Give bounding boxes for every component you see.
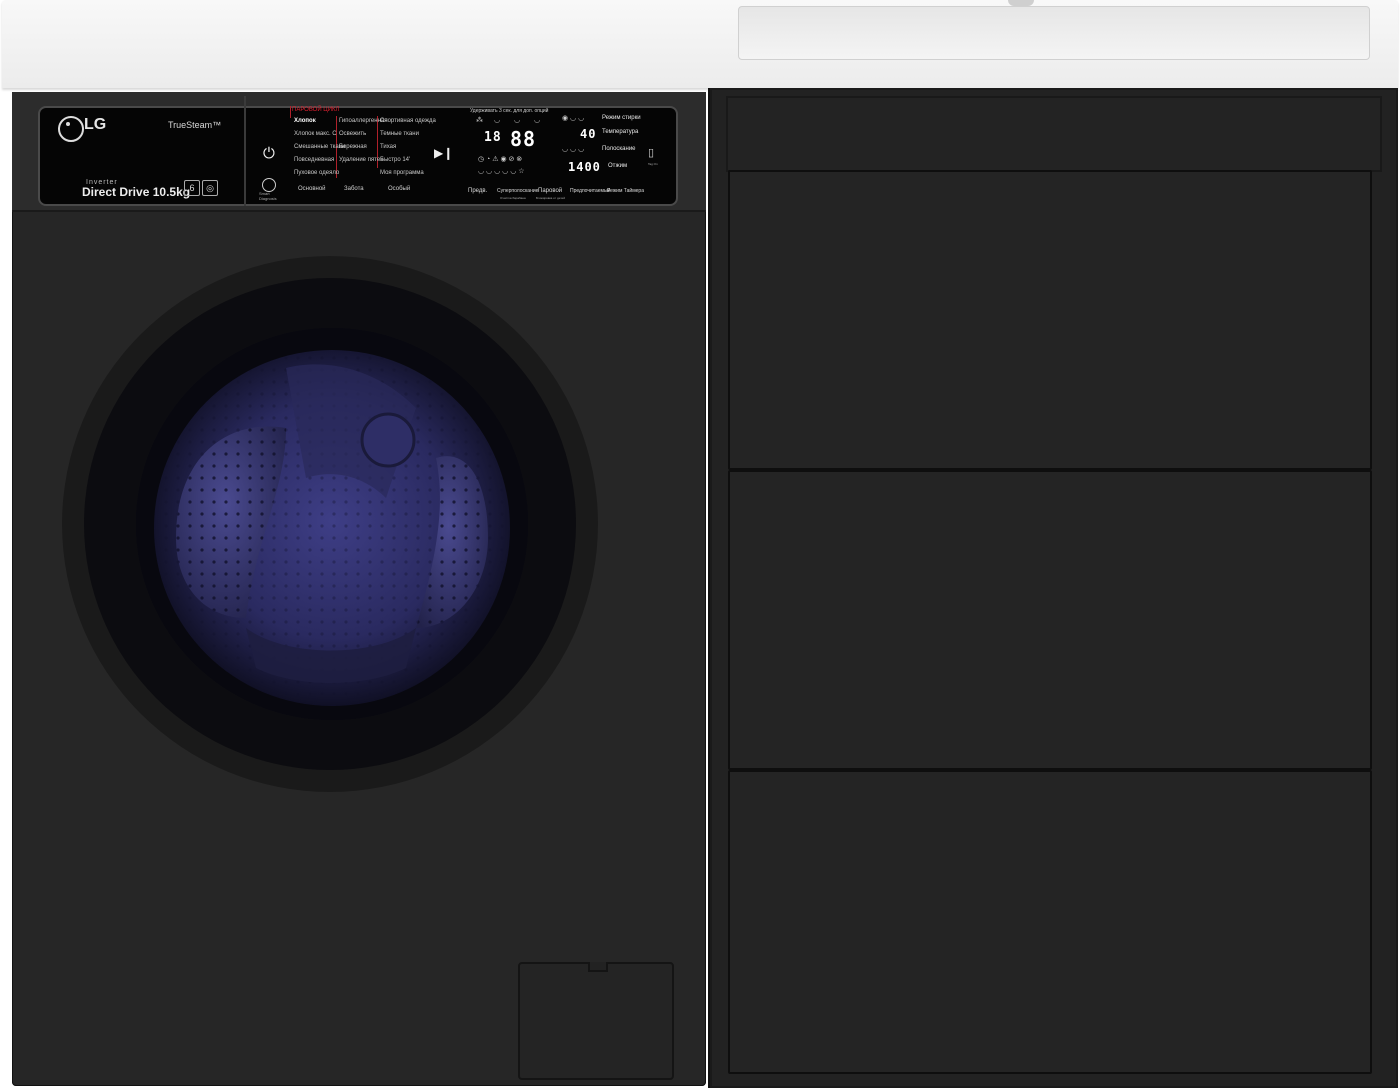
tag-on-label: Tag On — [648, 162, 658, 166]
option-rinse[interactable]: Полоскание — [602, 146, 636, 152]
drawer-bottom[interactable] — [728, 770, 1372, 1074]
steam-badge-icon: ◎ — [202, 180, 218, 196]
smart-diagnosis-icon[interactable] — [262, 178, 276, 192]
program-item[interactable]: Освежить — [339, 131, 366, 137]
wash-mode-icons: ◉ ◡ ◡ — [562, 115, 585, 122]
program-item[interactable]: Пуховое одеяло — [294, 170, 339, 176]
filter-door-tab[interactable] — [588, 962, 608, 972]
program-item[interactable]: Быстро 14' — [380, 157, 410, 163]
smart-diagnosis-label: Smart Diagnosis — [259, 191, 277, 201]
drawer-middle[interactable] — [728, 470, 1372, 770]
program-item[interactable]: Удаление пятен — [339, 157, 384, 163]
direct-drive-label: Direct Drive 10.5kg — [82, 185, 190, 199]
program-item[interactable]: Бережная — [339, 144, 367, 150]
power-icon: ⏻ — [263, 145, 275, 162]
rinse-status-icon: ◡ — [514, 117, 521, 124]
program-item[interactable]: Хлопок — [294, 118, 316, 124]
prewash-status-icon: ⁂ — [476, 117, 483, 124]
power-button[interactable]: ⏻ — [263, 145, 275, 162]
rinse-icons: ◡ ◡ ◡ — [562, 146, 585, 153]
brand-logo-text: LG — [84, 116, 107, 133]
program-item[interactable]: Темные ткани — [380, 131, 419, 137]
option-spin[interactable]: Отжим — [608, 163, 627, 169]
hold-hint-text: Удерживать 3 сек. для доп. опций — [470, 108, 549, 114]
group-label-special: Особый — [388, 186, 411, 192]
option-button-timer[interactable]: Режим Таймера — [607, 188, 644, 194]
group-label-basic: Основной — [298, 186, 326, 192]
option-sub-child-lock: Блокировка от детей — [536, 196, 566, 200]
spin-status-icon: ◡ — [534, 117, 541, 124]
spin-display: 1400 — [568, 160, 601, 174]
temperature-display: 40 — [580, 127, 597, 141]
program-item[interactable]: Моя программа — [380, 170, 424, 176]
play-pause-icon: ▶❙ — [434, 146, 454, 160]
tag-on-icon[interactable]: ▯ — [648, 146, 654, 159]
program-item[interactable]: Повседневная — [294, 157, 334, 163]
time-minutes-display: 88 — [510, 127, 537, 151]
program-item[interactable]: Спортивная одежда — [380, 118, 436, 124]
truesteam-label: TrueSteam™ — [168, 120, 222, 130]
program-item[interactable]: Хлопок макс. С — [294, 131, 337, 137]
option-button-favorite[interactable]: Предпочитаемый — [570, 188, 610, 194]
steam-marker-left — [290, 106, 291, 118]
wash-badge-icon: 6 — [184, 180, 200, 196]
drive-text: Direct Drive — [82, 185, 150, 199]
option-button-steam[interactable]: Паровой — [538, 188, 562, 194]
group-label-care: Забота — [344, 186, 364, 192]
wash-status-icon: ◡ — [494, 117, 501, 124]
option-sub-drum-clean: Очистка барабана — [500, 196, 526, 200]
status-icon-row: ◷ ◔ ⚠ ◉ ⊘ ⊗ — [478, 156, 523, 163]
faucet-hole — [1008, 0, 1034, 6]
status-icon-row-2: ◡ ◡ ◡ ◡ ◡ ☆ — [478, 168, 525, 175]
steam-cycle-header: ПАРОВОЙ ЦИКЛ — [292, 107, 340, 113]
option-button-prewash[interactable]: Предв. — [468, 188, 487, 194]
lg-logo-icon — [58, 116, 84, 142]
program-item[interactable]: Смешанные ткани — [294, 144, 345, 150]
option-button-rinse-plus[interactable]: Суперполоскание — [497, 188, 538, 194]
start-pause-button[interactable]: ▶❙ — [434, 146, 453, 160]
drum-center-boss — [360, 412, 416, 468]
cabinet-top-rail — [726, 96, 1382, 172]
time-hours-display: 18 — [484, 130, 502, 145]
sink-basin — [738, 6, 1370, 60]
option-temperature[interactable]: Температура — [602, 129, 638, 135]
option-wash-mode[interactable]: Режим стирки — [602, 115, 641, 121]
drum-interior — [136, 328, 528, 720]
drawer-top[interactable] — [728, 170, 1372, 470]
filter-access-door[interactable] — [518, 962, 674, 1080]
panel-divider — [244, 96, 246, 206]
program-item[interactable]: Тихая — [380, 144, 396, 150]
lg-logo-dot — [66, 122, 70, 126]
